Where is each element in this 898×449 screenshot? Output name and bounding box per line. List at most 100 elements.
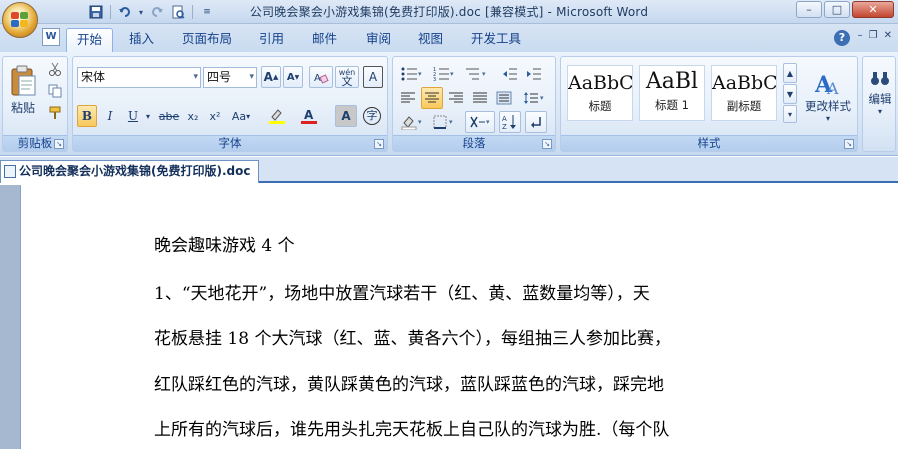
change-styles-button[interactable]: AA 更改样式 ▾: [801, 59, 855, 131]
document-page[interactable]: 晚会趣味游戏 4 个 1、“天地花开”，场地中放置汽球若干（红、黄、蓝数量均等）…: [20, 185, 898, 449]
tab-review[interactable]: 审阅: [356, 28, 401, 52]
grow-font-button[interactable]: A ▲: [261, 66, 281, 88]
styles-more-icon[interactable]: ▾: [783, 105, 797, 123]
shrink-font-button[interactable]: A ▼: [283, 66, 303, 88]
office-logo-icon: [11, 12, 29, 28]
phonetic-guide-button[interactable]: wén 文: [335, 66, 359, 88]
bold-button[interactable]: B: [77, 105, 97, 127]
subscript-button[interactable]: x₂: [183, 105, 203, 127]
shading-icon[interactable]: ▾: [397, 111, 427, 133]
shrink-font-label: A: [286, 71, 295, 83]
document-heading: 晚会趣味游戏 4 个: [154, 236, 295, 256]
font-color-button[interactable]: A: [295, 105, 323, 127]
underline-button[interactable]: U: [123, 105, 143, 127]
tab-view[interactable]: 视图: [408, 28, 453, 52]
font-size-combo[interactable]: 四号 ▾: [203, 67, 257, 88]
close-icon[interactable]: ✕: [884, 30, 892, 41]
window-controls: – □ ✕: [796, 1, 894, 18]
chevron-down-icon[interactable]: ▾: [143, 105, 153, 127]
window-title: 公司晚会聚会小游戏集锦(免费打印版).doc [兼容模式] - Microsof…: [249, 5, 649, 19]
font-launcher-icon[interactable]: ↘: [374, 139, 384, 149]
bullets-icon[interactable]: ▾: [397, 63, 427, 85]
justify-icon[interactable]: [469, 87, 491, 109]
char-shading-button[interactable]: A: [335, 105, 357, 127]
tab-mailings[interactable]: 邮件: [302, 28, 347, 52]
svg-text:Z: Z: [502, 123, 507, 130]
chevron-down-icon: ▾: [877, 106, 882, 116]
editing-button[interactable]: 编辑 ▾: [865, 61, 895, 121]
font-size-value: 四号: [207, 70, 232, 84]
minimize-button[interactable]: –: [796, 1, 822, 18]
distributed-icon[interactable]: [493, 87, 515, 109]
char-border-button[interactable]: A: [363, 66, 383, 88]
svg-text:▾: ▾: [540, 94, 544, 102]
ribbon-mini-controls: – ❐ ✕: [858, 30, 892, 41]
document-line: 上所有的汽球后，谁先用头扎完天花板上自己队的汽球为胜.（每个队: [154, 420, 670, 440]
cut-icon[interactable]: [45, 59, 65, 79]
highlight-color-button[interactable]: [263, 105, 291, 127]
borders-icon[interactable]: ▾: [429, 111, 459, 133]
decrease-indent-icon[interactable]: [499, 63, 521, 85]
font-name-combo[interactable]: 宋体 ▾: [77, 67, 201, 88]
show-marks-icon[interactable]: [525, 111, 547, 133]
phonetic-char: 文: [341, 75, 353, 88]
document-line: 1、“天地花开”，场地中放置汽球若干（红、黄、蓝数量均等），天: [154, 284, 650, 304]
svg-text:▾: ▾: [486, 118, 490, 126]
change-styles-label: 更改样式: [805, 98, 851, 113]
align-left-icon[interactable]: [397, 87, 419, 109]
close-button[interactable]: ✕: [852, 1, 894, 18]
align-center-icon[interactable]: [421, 87, 443, 109]
chevron-down-icon: ▾: [825, 113, 830, 123]
paragraph-launcher-icon[interactable]: ↘: [542, 139, 552, 149]
clear-format-icon[interactable]: A: [309, 66, 333, 88]
tab-page-layout[interactable]: 页面布局: [172, 28, 242, 52]
clipboard-group: 粘贴 剪贴板 ↘: [2, 56, 68, 152]
style-subtitle[interactable]: AaBbC 副标题: [711, 65, 777, 121]
styles-launcher-icon[interactable]: ↘: [844, 139, 854, 149]
strikethrough-button[interactable]: abe: [157, 105, 181, 127]
font-group: 宋体 ▾ 四号 ▾ A ▲ A ▼ A wén 文 A B I U ▾ abe x₂ …: [72, 56, 388, 152]
document-line: 花板悬挂 18 个大汽球（红、蓝、黄各六个），每组抽三人参加比赛，: [154, 329, 671, 349]
svg-text:▾: ▾: [482, 70, 486, 78]
line-spacing-icon[interactable]: ▾: [519, 87, 549, 109]
style-sample: AaBbC: [712, 72, 776, 94]
clipboard-launcher-icon[interactable]: ↘: [54, 139, 64, 149]
format-painter-icon[interactable]: [45, 103, 65, 123]
tab-home[interactable]: 开始: [66, 28, 114, 52]
chinese-layout-icon[interactable]: ▾: [465, 111, 495, 133]
align-right-icon[interactable]: [445, 87, 467, 109]
italic-button[interactable]: I: [100, 105, 120, 127]
numbering-icon[interactable]: 1 2 3 ▾: [429, 63, 459, 85]
increase-indent-icon[interactable]: [523, 63, 545, 85]
document-tab[interactable]: 公司晚会聚会小游戏集锦(免费打印版).doc: [0, 160, 260, 183]
superscript-button[interactable]: x²: [205, 105, 225, 127]
styles-group-label: 样式: [561, 135, 857, 151]
copy-icon[interactable]: [45, 81, 65, 101]
office-button[interactable]: [2, 2, 38, 38]
tab-developer[interactable]: 开发工具: [461, 28, 531, 52]
style-title[interactable]: AaBbC 标题: [567, 65, 633, 121]
multilevel-list-icon[interactable]: ▾: [461, 63, 491, 85]
styles-scroll-down-icon[interactable]: ▼: [783, 84, 797, 104]
editing-group: 编辑 ▾: [862, 56, 896, 152]
tab-insert[interactable]: 插入: [119, 28, 164, 52]
enclose-char-button[interactable]: 字: [361, 105, 383, 127]
word-doc-icon[interactable]: W: [42, 28, 60, 46]
sort-icon[interactable]: AZ: [499, 111, 521, 133]
minimize-icon[interactable]: –: [858, 30, 863, 41]
svg-text:▾: ▾: [450, 70, 454, 78]
restore-icon[interactable]: ❐: [869, 30, 878, 41]
binoculars-icon: [871, 71, 889, 85]
paste-button[interactable]: 粘贴: [5, 59, 41, 121]
style-heading-1[interactable]: AaBl 标题 1: [639, 65, 705, 121]
maximize-button[interactable]: □: [824, 1, 850, 18]
down-arrow-icon: ▼: [294, 73, 300, 81]
ribbon: 粘贴 剪贴板 ↘ 宋体 ▾ 四号 ▾ A ▲ A ▼ A wén 文 A B I…: [0, 52, 898, 156]
styles-scroll-up-icon[interactable]: ▲: [783, 63, 797, 83]
style-name: 副标题: [726, 99, 762, 113]
style-sample: AaBl: [645, 69, 699, 94]
change-case-button[interactable]: Aa ▾: [229, 105, 253, 127]
tab-references[interactable]: 引用: [249, 28, 294, 52]
help-icon[interactable]: ?: [834, 30, 850, 46]
document-icon: [4, 165, 16, 178]
